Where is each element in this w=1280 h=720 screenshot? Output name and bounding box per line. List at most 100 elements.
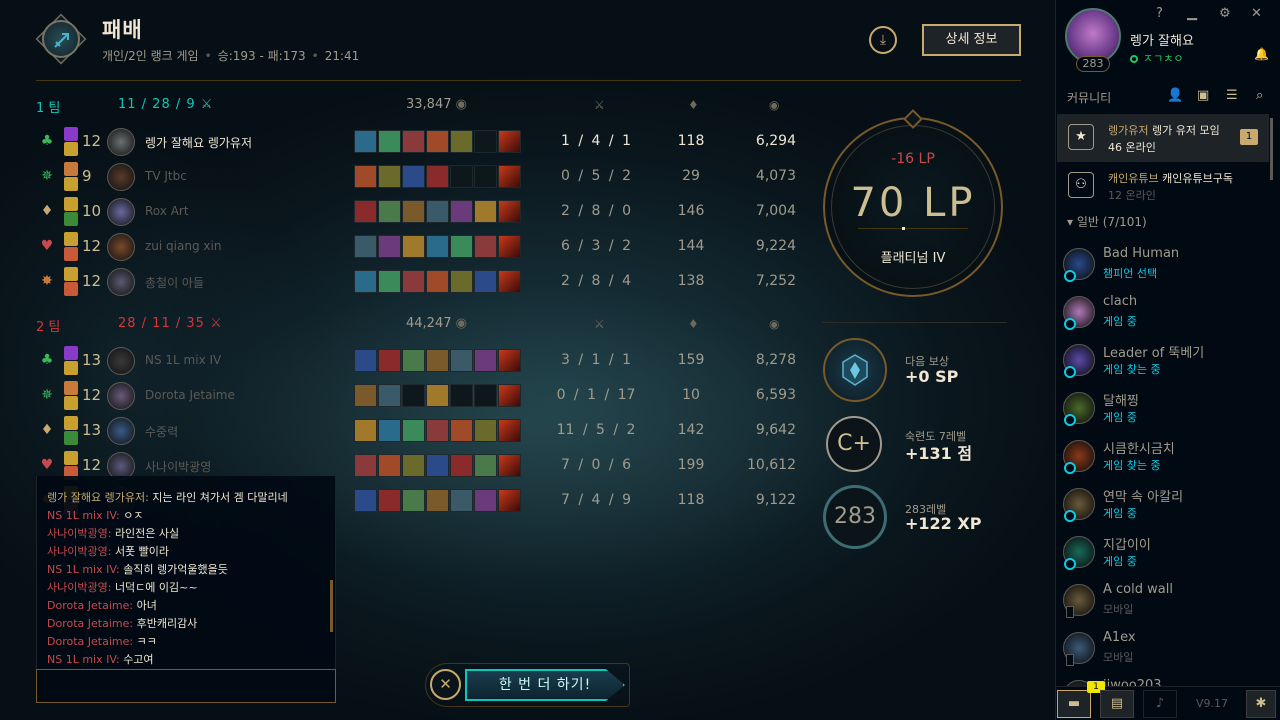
item-icon[interactable] — [474, 235, 497, 258]
item-icon[interactable] — [450, 270, 473, 293]
item-icon[interactable] — [450, 349, 473, 372]
chat-input[interactable] — [36, 669, 336, 703]
player-name[interactable]: 수중력 — [145, 423, 178, 440]
item-icon[interactable] — [378, 200, 401, 223]
group-item[interactable]: ⚇ 캐인유튜브 캐인유튜브구독 12 온라인 — [1057, 162, 1269, 210]
item-icon[interactable] — [354, 165, 377, 188]
item-icon[interactable] — [402, 349, 425, 372]
item-icon[interactable] — [498, 349, 521, 372]
player-name[interactable]: 렝가 잘해요 렝가유저 — [145, 134, 252, 151]
item-icon[interactable] — [426, 419, 449, 442]
player-row[interactable]: ✵ 12 Dorota Jetaime 0 / 1 / 17 10 6,593 — [36, 381, 806, 411]
item-icon[interactable] — [354, 419, 377, 442]
chat-icon[interactable]: ▬ — [1057, 690, 1091, 718]
group-item[interactable]: ★ 렝가유저 렝가 유저 모임 46 온라인 1 — [1057, 114, 1269, 162]
add-friend-icon[interactable]: 👤 — [1167, 88, 1183, 103]
item-icon[interactable] — [354, 235, 377, 258]
item-icon[interactable] — [354, 454, 377, 477]
item-icon[interactable] — [474, 454, 497, 477]
minimize-icon[interactable]: ▁ — [1187, 6, 1197, 21]
item-icon[interactable] — [402, 130, 425, 153]
player-row[interactable]: ♥ 12 zui qiang xin 6 / 3 / 2 144 9,224 — [36, 232, 806, 262]
item-icon[interactable] — [426, 270, 449, 293]
bug-report-icon[interactable]: ✱ — [1246, 690, 1276, 718]
item-icon[interactable] — [426, 130, 449, 153]
item-icon[interactable] — [450, 130, 473, 153]
item-icon[interactable] — [378, 454, 401, 477]
item-icon[interactable] — [378, 165, 401, 188]
search-icon[interactable]: ⌕ — [1256, 88, 1263, 103]
item-icon[interactable] — [402, 235, 425, 258]
item-icon[interactable] — [354, 489, 377, 512]
player-name[interactable]: Rox Art — [145, 204, 189, 218]
item-icon[interactable] — [378, 235, 401, 258]
item-icon[interactable] — [402, 270, 425, 293]
player-name[interactable]: 총철이 아들 — [145, 274, 204, 291]
item-icon[interactable] — [474, 419, 497, 442]
bell-icon[interactable]: 🔔 — [1254, 47, 1269, 61]
item-icon[interactable] — [474, 200, 497, 223]
player-row[interactable]: ♣ 12 렝가 잘해요 렝가유저 1 / 4 / 1 118 6,294 — [36, 127, 806, 157]
item-icon[interactable] — [402, 454, 425, 477]
profile-status[interactable]: ㅈㄱㅊㅇ — [1130, 50, 1183, 66]
item-icon[interactable] — [474, 349, 497, 372]
friend-item[interactable]: A1ex 모바일 — [1063, 630, 1263, 676]
item-icon[interactable] — [378, 349, 401, 372]
item-icon[interactable] — [450, 235, 473, 258]
player-row[interactable]: ♦ 10 Rox Art 2 / 8 / 0 146 7,004 — [36, 197, 806, 227]
chat-scrollbar[interactable] — [330, 580, 333, 632]
close-icon[interactable]: ✕ — [430, 669, 461, 700]
friend-item[interactable]: 연막 속 아칼리 게임 중 — [1063, 486, 1263, 532]
player-row[interactable]: ♣ 13 NS 1L mix IV 3 / 1 / 1 159 8,278 — [36, 346, 806, 376]
item-icon[interactable] — [474, 384, 497, 407]
cards-icon[interactable]: ▤ — [1100, 690, 1134, 718]
item-icon[interactable] — [354, 200, 377, 223]
item-icon[interactable] — [450, 200, 473, 223]
friend-item[interactable]: Bad Human 챔피언 선택 — [1063, 246, 1263, 292]
friend-item[interactable]: A cold wall 모바일 — [1063, 582, 1263, 628]
player-row[interactable]: ♦ 13 수중력 11 / 5 / 2 142 9,642 — [36, 416, 806, 446]
item-icon[interactable] — [378, 489, 401, 512]
item-icon[interactable] — [450, 489, 473, 512]
download-icon[interactable]: ⤓ — [869, 26, 897, 54]
item-icon[interactable] — [426, 454, 449, 477]
player-name[interactable]: NS 1L mix IV — [145, 353, 221, 367]
item-icon[interactable] — [498, 270, 521, 293]
item-icon[interactable] — [354, 270, 377, 293]
item-icon[interactable] — [426, 384, 449, 407]
item-icon[interactable] — [426, 235, 449, 258]
item-icon[interactable] — [402, 384, 425, 407]
item-icon[interactable] — [498, 130, 521, 153]
item-icon[interactable] — [354, 384, 377, 407]
item-icon[interactable] — [450, 384, 473, 407]
item-icon[interactable] — [402, 489, 425, 512]
profile-name[interactable]: 렝가 잘해요 — [1130, 30, 1194, 49]
help-icon[interactable]: ? — [1156, 6, 1163, 21]
item-icon[interactable] — [474, 165, 497, 188]
item-icon[interactable] — [498, 384, 521, 407]
item-icon[interactable] — [474, 489, 497, 512]
item-icon[interactable] — [498, 235, 521, 258]
microphone-icon[interactable]: ♪ — [1143, 690, 1177, 718]
item-icon[interactable] — [426, 200, 449, 223]
player-row[interactable]: ✸ 12 총철이 아들 2 / 8 / 4 138 7,252 — [36, 267, 806, 297]
player-name[interactable]: Dorota Jetaime — [145, 388, 235, 402]
play-again-button[interactable]: 한 번 더 하기! — [465, 669, 625, 701]
item-icon[interactable] — [450, 419, 473, 442]
player-row[interactable]: ✵ 9 TV Jtbc 0 / 5 / 2 29 4,073 — [36, 162, 806, 192]
item-icon[interactable] — [378, 419, 401, 442]
item-icon[interactable] — [354, 349, 377, 372]
friend-item[interactable]: 달해찡 게임 중 — [1063, 390, 1263, 436]
item-icon[interactable] — [378, 130, 401, 153]
friend-folder-header[interactable]: ▾ 일반 (7/101) — [1067, 213, 1147, 230]
close-icon[interactable]: ✕ — [1251, 6, 1262, 21]
friend-item[interactable]: Leader of 뚝베기 게임 찾는 중 — [1063, 342, 1263, 388]
item-icon[interactable] — [498, 200, 521, 223]
item-icon[interactable] — [378, 384, 401, 407]
item-icon[interactable] — [474, 130, 497, 153]
item-icon[interactable] — [402, 419, 425, 442]
item-icon[interactable] — [378, 270, 401, 293]
player-name[interactable]: 사나이박광영 — [145, 458, 211, 475]
item-icon[interactable] — [498, 454, 521, 477]
item-icon[interactable] — [498, 165, 521, 188]
